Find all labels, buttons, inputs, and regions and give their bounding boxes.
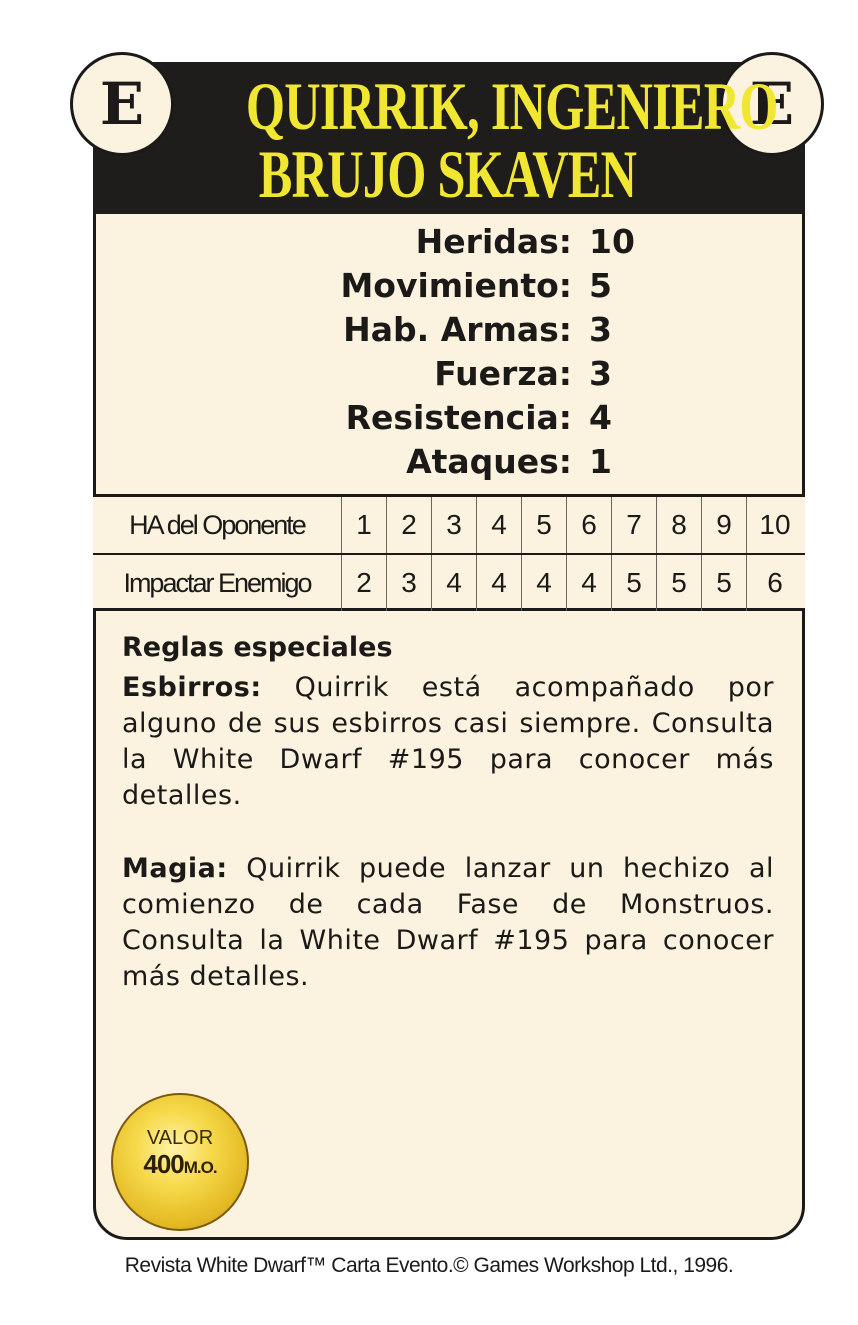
stat-value: 3 [589,354,612,393]
to-hit-cell: 2 [341,555,386,611]
stat-row-heridas: Heridas: 10 [96,222,802,264]
stat-label: Fuerza: [434,354,572,393]
special-rules: Reglas especiales Esbirros: Quirrik está… [122,630,774,1032]
rule-esbirros: Esbirros: Quirrik está acompañado por al… [122,670,774,814]
to-hit-cell: 4 [476,555,521,611]
stat-label: Heridas: [415,222,572,261]
to-hit-cell: 4 [431,555,476,611]
stat-value: 4 [589,398,612,437]
card-title-line2: BRUJO SKAVEN [258,136,637,212]
to-hit-cell: 5 [611,555,656,611]
coin-amount: 400 [143,1149,184,1179]
stat-row-fuerza: Fuerza: 3 [96,354,802,396]
opponent-ws-cell: 10 [746,497,803,553]
opponent-ws-cell: 6 [566,497,611,553]
card-title-line1: QUIRRIK, INGENIERO [245,68,779,144]
to-hit-cell: 5 [701,555,746,611]
stat-value: 10 [589,222,635,261]
coin-label: VALOR [146,1127,214,1149]
opponent-ws-cell: 3 [431,497,476,553]
to-hit-cell: 3 [386,555,431,611]
stat-value: 3 [589,310,612,349]
opponent-ws-cell: 5 [521,497,566,553]
table-row-opponent-ws: HA del Oponente 1 2 3 4 5 6 7 8 9 10 [93,497,805,555]
to-hit-cell: 4 [566,555,611,611]
table-row-to-hit: Impactar Enemigo 2344445556 [93,555,805,611]
to-hit-cell: 6 [746,555,803,611]
to-hit-cell: 5 [656,555,701,611]
value-coin: VALOR 400M.O. [111,1093,249,1231]
to-hit-table: HA del Oponente 1 2 3 4 5 6 7 8 9 10 Impactar Ene… [93,494,805,611]
row-header: Impactar Enemigo [123,567,312,598]
stat-value: 5 [589,266,612,305]
stat-label: Resistencia: [345,398,572,437]
stat-row-resistencia: Resistencia: 4 [96,398,802,440]
opponent-ws-cell: 8 [656,497,701,553]
rule-magia: Magia: Quirrik puede lanzar un hechizo a… [122,851,774,995]
stat-label: Ataques: [406,442,572,481]
opponent-ws-cell: 4 [476,497,521,553]
stat-label: Movimiento: [340,266,572,305]
rule-label: Esbirros: [122,672,262,703]
opponent-ws-cell: 9 [701,497,746,553]
corner-letter-left: E [70,52,174,156]
opponent-ws-cell: 2 [386,497,431,553]
stat-label: Hab. Armas: [343,310,572,349]
rules-title: Reglas especiales [122,632,393,663]
row-header: HA del Oponente [129,509,307,540]
opponent-ws-cell: 1 [341,497,386,553]
coin-unit: M.O. [183,1158,218,1177]
stat-row-movimiento: Movimiento: 5 [96,266,802,308]
stat-row-ataques: Ataques: 1 [96,442,802,484]
opponent-ws-cell: 7 [611,497,656,553]
to-hit-cell: 4 [521,555,566,611]
stat-value: 1 [589,442,612,481]
coin-value: 400M.O. [113,1149,247,1180]
copyright-footer: Revista White Dwarf™ Carta Evento.© Game… [124,1254,734,1277]
rule-label: Magia: [122,853,228,884]
stat-row-hab-armas: Hab. Armas: 3 [96,310,802,352]
